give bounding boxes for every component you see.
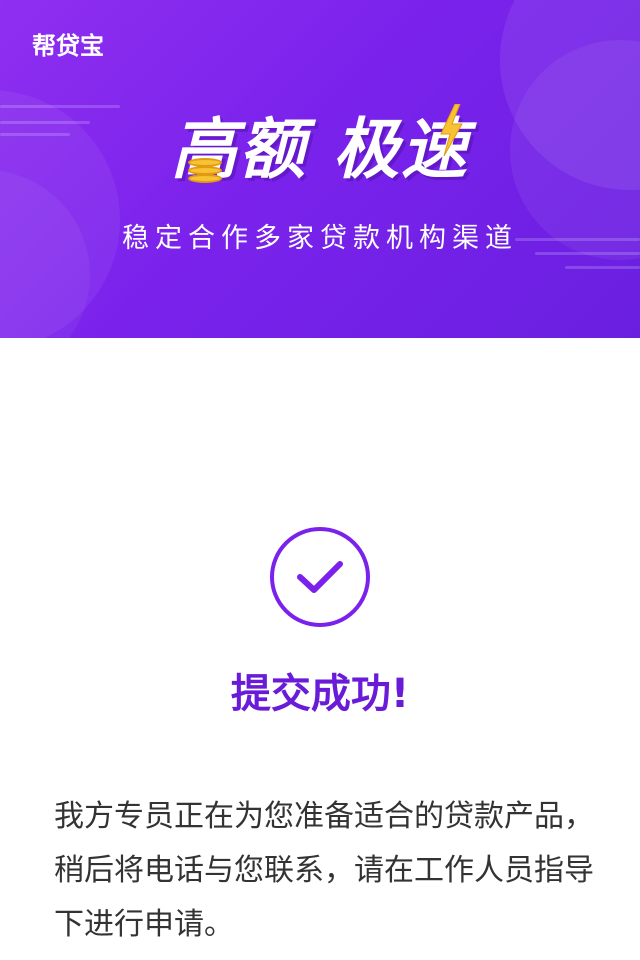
coin-stack-icon — [188, 156, 222, 186]
checkmark-circle-icon — [270, 527, 370, 627]
success-description: 我方专员正在为您准备适合的贷款产品，稍后将电话与您联系，请在工作人员指导下进行申… — [54, 799, 594, 942]
banner-headline: 高额 极速 — [0, 110, 640, 190]
banner-subtitle: 稳定合作多家贷款机构渠道 — [122, 223, 518, 254]
brand-logo: 帮贷宝 — [32, 32, 104, 60]
success-title: 提交成功! — [230, 671, 410, 717]
lightning-bolt-icon — [440, 104, 463, 156]
hero-banner: 帮贷宝 高额 极速 稳定合作多家贷款机构渠道 — [0, 0, 640, 338]
decor-line — [565, 266, 640, 269]
checkmark-icon — [297, 561, 343, 593]
decor-line — [0, 105, 120, 108]
